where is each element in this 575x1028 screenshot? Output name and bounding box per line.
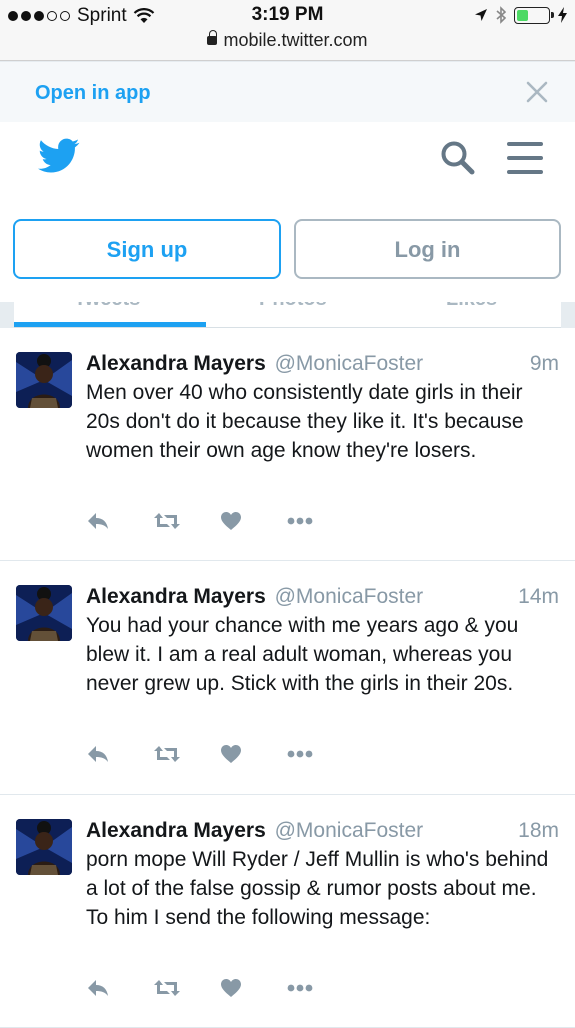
battery-icon (514, 6, 554, 24)
tweet-text: Men over 40 who consistently date girls … (86, 381, 524, 462)
reply-button[interactable] (86, 975, 153, 1001)
tweet-author-name[interactable]: Alexandra Mayers (86, 585, 266, 608)
like-button[interactable] (220, 975, 287, 1001)
search-icon[interactable] (440, 140, 476, 176)
more-options-button[interactable] (287, 508, 354, 534)
tab-likes[interactable]: Likes (446, 302, 497, 311)
address-bar[interactable]: mobile.twitter.com (0, 30, 575, 61)
tweet-actions (86, 508, 354, 534)
active-tab-indicator (14, 322, 206, 327)
bluetooth-icon (496, 6, 506, 24)
heart-icon (221, 745, 241, 763)
reply-button[interactable] (86, 741, 153, 767)
like-button[interactable] (220, 741, 287, 767)
tweet-author-handle[interactable]: @MonicaFoster (275, 585, 424, 608)
tab-photos[interactable]: Photos (259, 302, 327, 311)
log-in-button[interactable]: Log in (294, 219, 561, 279)
tweet-text: porn mope Will Ryder / Jeff Mullin is wh… (86, 848, 549, 929)
charging-icon (558, 7, 567, 23)
tweet-author-handle[interactable]: @MonicaFoster (275, 819, 424, 842)
like-button[interactable] (220, 508, 287, 534)
retweet-button[interactable] (153, 741, 220, 767)
url-text: mobile.twitter.com (223, 30, 368, 50)
tweet-timestamp[interactable]: 14m (518, 585, 559, 609)
location-arrow-icon (475, 9, 487, 21)
timeline: Alexandra Mayers @MonicaFoster 9m Men ov… (0, 328, 575, 1028)
tweet-author-name[interactable]: Alexandra Mayers (86, 352, 266, 375)
tweet-timestamp[interactable]: 18m (518, 819, 559, 843)
reply-button[interactable] (86, 508, 153, 534)
more-options-button[interactable] (287, 741, 354, 767)
header: Sign up Log in (0, 122, 575, 302)
tweet[interactable]: Alexandra Mayers @MonicaFoster 18m porn … (0, 795, 575, 1028)
tweet-author-handle[interactable]: @MonicaFoster (275, 352, 424, 375)
menu-icon[interactable] (507, 142, 543, 184)
profile-tabs: Tweets Photos Likes (14, 302, 561, 328)
reply-icon (88, 746, 108, 762)
tweet-header: Alexandra Mayers @MonicaFoster 14m (86, 585, 561, 609)
tweet-timestamp[interactable]: 9m (530, 352, 559, 376)
retweet-button[interactable] (153, 975, 220, 1001)
tweet-header: Alexandra Mayers @MonicaFoster 18m (86, 819, 561, 843)
status-bar: Sprint 3:19 PM (0, 0, 575, 30)
open-in-app-banner: Open in app (0, 62, 575, 122)
open-in-app-link[interactable]: Open in app (35, 82, 151, 105)
tab-tweets[interactable]: Tweets (74, 302, 140, 311)
heart-icon (221, 979, 241, 997)
avatar[interactable] (16, 352, 72, 408)
tweet[interactable]: Alexandra Mayers @MonicaFoster 9m Men ov… (0, 328, 575, 561)
close-icon[interactable] (525, 80, 549, 104)
lock-icon (207, 30, 218, 45)
retweet-icon (154, 513, 180, 529)
avatar[interactable] (16, 585, 72, 641)
tweet[interactable]: Alexandra Mayers @MonicaFoster 14m You h… (0, 561, 575, 795)
reply-icon (88, 980, 108, 996)
avatar[interactable] (16, 819, 72, 875)
reply-icon (88, 513, 108, 529)
more-dots-icon (287, 984, 313, 992)
tweet-actions (86, 741, 354, 767)
retweet-icon (154, 980, 180, 996)
twitter-logo-icon[interactable] (38, 138, 80, 174)
retweet-icon (154, 746, 180, 762)
heart-icon (221, 512, 241, 530)
tweet-author-name[interactable]: Alexandra Mayers (86, 819, 266, 842)
tweet-actions (86, 975, 354, 1001)
sign-up-button[interactable]: Sign up (13, 219, 281, 279)
more-dots-icon (287, 750, 313, 758)
status-icons (474, 6, 567, 24)
retweet-button[interactable] (153, 508, 220, 534)
more-options-button[interactable] (287, 975, 354, 1001)
more-dots-icon (287, 517, 313, 525)
tweet-text: You had your chance with me years ago & … (86, 614, 519, 695)
tweet-header: Alexandra Mayers @MonicaFoster 9m (86, 352, 561, 376)
